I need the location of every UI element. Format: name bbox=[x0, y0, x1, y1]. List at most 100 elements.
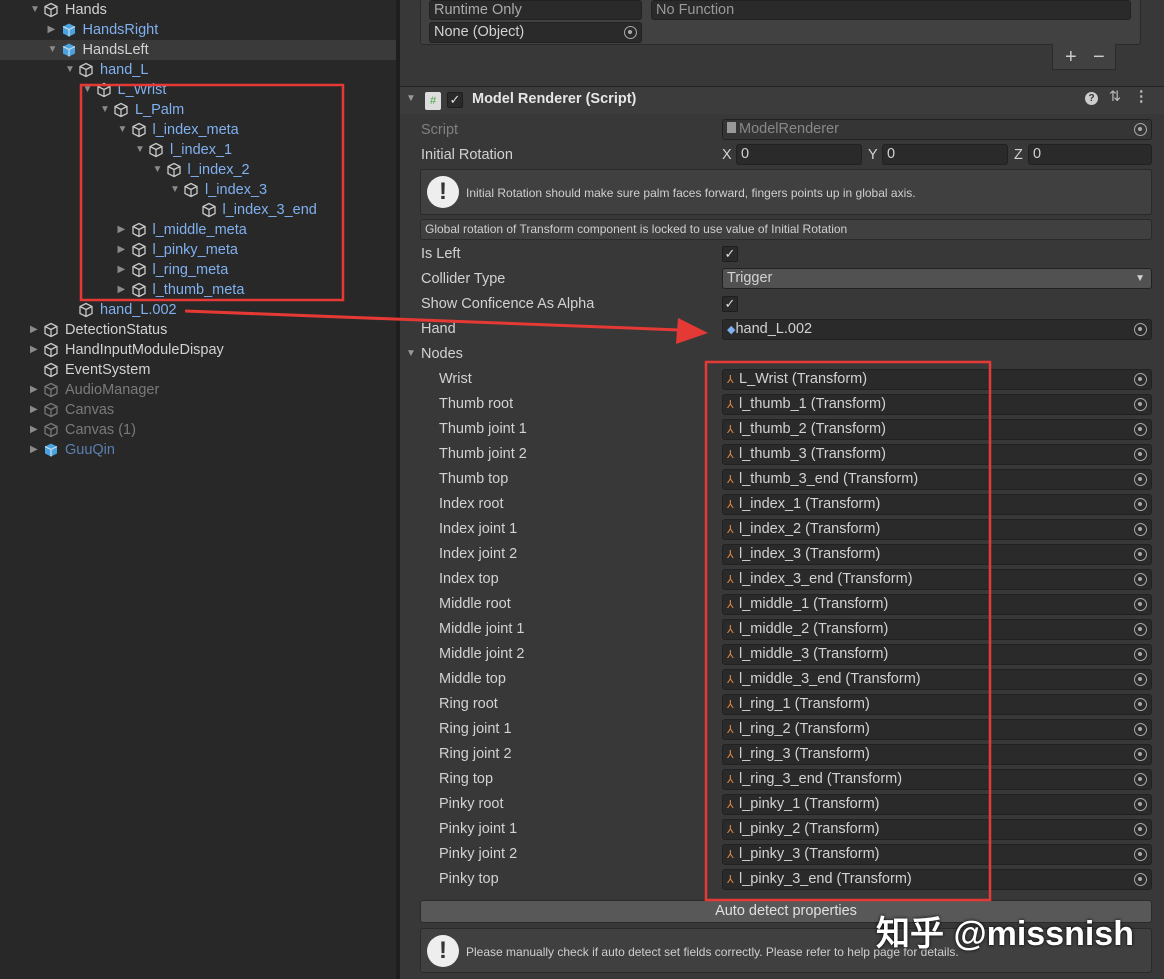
object-picker-icon[interactable] bbox=[1134, 373, 1147, 386]
expand-arrow-right-icon[interactable]: ▶ bbox=[118, 220, 130, 240]
node-transform-field[interactable]: ⅄ l_thumb_2 (Transform) bbox=[722, 419, 1152, 440]
object-picker-icon[interactable] bbox=[1134, 648, 1147, 661]
node-transform-field[interactable]: ⅄ l_middle_3 (Transform) bbox=[722, 644, 1152, 665]
hierarchy-item[interactable]: ▼ L_Palm bbox=[0, 100, 396, 120]
expand-arrow-right-icon[interactable]: ▶ bbox=[30, 380, 42, 400]
object-picker-icon[interactable] bbox=[1134, 423, 1147, 436]
expand-arrow-down-icon[interactable]: ▼ bbox=[100, 100, 112, 120]
object-picker-icon[interactable] bbox=[1134, 823, 1147, 836]
object-picker-icon[interactable] bbox=[1134, 798, 1147, 811]
hierarchy-item[interactable]: ▼ l_index_3 bbox=[0, 180, 396, 200]
expand-arrow-right-icon[interactable]: ▶ bbox=[48, 20, 60, 40]
object-picker-icon[interactable] bbox=[1134, 773, 1147, 786]
expand-arrow-right-icon[interactable]: ▶ bbox=[30, 340, 42, 360]
hierarchy-item[interactable]: ▼ Hands bbox=[0, 0, 396, 20]
hierarchy-item[interactable]: ▼ HandsLeft bbox=[0, 40, 396, 60]
expand-arrow-right-icon[interactable]: ▶ bbox=[118, 280, 130, 300]
object-picker-icon[interactable] bbox=[1134, 748, 1147, 761]
expand-arrow-down-icon[interactable]: ▼ bbox=[153, 160, 165, 180]
expand-arrow-right-icon[interactable]: ▶ bbox=[118, 260, 130, 280]
expand-arrow-right-icon[interactable]: ▶ bbox=[30, 420, 42, 440]
object-picker-icon[interactable] bbox=[1134, 623, 1147, 636]
expand-arrow-right-icon[interactable]: ▶ bbox=[30, 320, 42, 340]
expand-arrow-down-icon[interactable]: ▼ bbox=[135, 140, 147, 160]
node-transform-field[interactable]: ⅄ l_thumb_3 (Transform) bbox=[722, 444, 1152, 465]
object-picker-icon[interactable] bbox=[1134, 398, 1147, 411]
hierarchy-item[interactable]: hand_L.002 bbox=[0, 300, 396, 320]
expand-arrow-right-icon[interactable]: ▶ bbox=[30, 400, 42, 420]
component-enabled-checkbox[interactable]: ✓ bbox=[447, 92, 463, 108]
nodes-expand-icon[interactable]: ▼ bbox=[406, 348, 416, 359]
isleft-checkbox[interactable]: ✓ bbox=[722, 246, 738, 262]
node-transform-field[interactable]: ⅄ l_pinky_2 (Transform) bbox=[722, 819, 1152, 840]
node-transform-field[interactable]: ⅄ l_index_1 (Transform) bbox=[722, 494, 1152, 515]
object-picker-icon[interactable] bbox=[1134, 523, 1147, 536]
expand-arrow-down-icon[interactable]: ▼ bbox=[170, 180, 182, 200]
add-event-button[interactable]: + bbox=[1065, 44, 1077, 70]
node-transform-field[interactable]: ⅄ l_middle_2 (Transform) bbox=[722, 619, 1152, 640]
hierarchy-item[interactable]: ▶ GuuQin bbox=[0, 440, 396, 460]
expand-arrow-right-icon[interactable]: ▶ bbox=[30, 440, 42, 460]
hierarchy-item[interactable]: ▼ L_Wrist bbox=[0, 80, 396, 100]
object-picker-icon[interactable] bbox=[1134, 498, 1147, 511]
expand-arrow-down-icon[interactable]: ▼ bbox=[83, 80, 95, 100]
node-transform-field[interactable]: ⅄ l_thumb_1 (Transform) bbox=[722, 394, 1152, 415]
hierarchy-item[interactable]: l_index_3_end bbox=[0, 200, 396, 220]
help-icon[interactable]: ? bbox=[1085, 92, 1098, 105]
more-menu-icon[interactable]: ⋮ bbox=[1134, 89, 1149, 105]
hierarchy-item[interactable]: ▶ l_thumb_meta bbox=[0, 280, 396, 300]
node-transform-field[interactable]: ⅄ l_index_2 (Transform) bbox=[722, 519, 1152, 540]
hierarchy-item[interactable]: ▼ l_index_1 bbox=[0, 140, 396, 160]
hierarchy-item[interactable]: ▶ DetectionStatus bbox=[0, 320, 396, 340]
hand-field[interactable]: ◆hand_L.002 bbox=[722, 319, 1152, 340]
rotation-y-input[interactable]: 0 bbox=[882, 144, 1008, 165]
hierarchy-item[interactable]: ▼ l_index_meta bbox=[0, 120, 396, 140]
node-transform-field[interactable]: ⅄ l_pinky_3_end (Transform) bbox=[722, 869, 1152, 890]
hand-picker-icon[interactable] bbox=[1134, 323, 1147, 336]
node-transform-field[interactable]: ⅄ l_middle_1 (Transform) bbox=[722, 594, 1152, 615]
hierarchy-item[interactable]: ▶ Canvas (1) bbox=[0, 420, 396, 440]
object-picker-icon[interactable] bbox=[1134, 698, 1147, 711]
expand-arrow-down-icon[interactable]: ▼ bbox=[30, 0, 42, 20]
object-picker-icon[interactable] bbox=[1134, 598, 1147, 611]
expand-arrow-down-icon[interactable]: ▼ bbox=[65, 60, 77, 80]
object-picker-icon[interactable] bbox=[1134, 723, 1147, 736]
node-transform-field[interactable]: ⅄ l_ring_3_end (Transform) bbox=[722, 769, 1152, 790]
object-picker-icon[interactable] bbox=[1134, 848, 1147, 861]
hierarchy-item[interactable]: ▼ l_index_2 bbox=[0, 160, 396, 180]
hierarchy-item[interactable]: EventSystem bbox=[0, 360, 396, 380]
expand-arrow-down-icon[interactable]: ▼ bbox=[48, 40, 60, 60]
object-picker-icon[interactable] bbox=[1134, 448, 1147, 461]
hierarchy-item[interactable]: ▶ l_ring_meta bbox=[0, 260, 396, 280]
nodes-label[interactable]: Nodes bbox=[421, 342, 463, 367]
remove-event-button[interactable]: − bbox=[1093, 44, 1105, 70]
hierarchy-item[interactable]: ▶ HandsRight bbox=[0, 20, 396, 40]
node-transform-field[interactable]: ⅄ l_ring_1 (Transform) bbox=[722, 694, 1152, 715]
node-transform-field[interactable]: ⅄ l_pinky_3 (Transform) bbox=[722, 844, 1152, 865]
node-transform-field[interactable]: ⅄ l_index_3_end (Transform) bbox=[722, 569, 1152, 590]
node-transform-field[interactable]: ⅄ l_ring_3 (Transform) bbox=[722, 744, 1152, 765]
expand-arrow-down-icon[interactable]: ▼ bbox=[118, 120, 130, 140]
node-transform-field[interactable]: ⅄ l_thumb_3_end (Transform) bbox=[722, 469, 1152, 490]
object-picker-icon[interactable] bbox=[1134, 473, 1147, 486]
hierarchy-item[interactable]: ▶ l_middle_meta bbox=[0, 220, 396, 240]
function-dropdown[interactable]: No Function bbox=[651, 0, 1131, 20]
node-transform-field[interactable]: ⅄ l_ring_2 (Transform) bbox=[722, 719, 1152, 740]
object-picker-icon[interactable] bbox=[1134, 873, 1147, 886]
component-header[interactable]: ▼ # ✓ Model Renderer (Script) ? ⇅ ⋮ bbox=[400, 86, 1164, 114]
hierarchy-item[interactable]: ▶ AudioManager bbox=[0, 380, 396, 400]
expand-arrow-right-icon[interactable]: ▶ bbox=[118, 240, 130, 260]
collapse-arrow-icon[interactable]: ▼ bbox=[406, 93, 416, 104]
node-transform-field[interactable]: ⅄ l_middle_3_end (Transform) bbox=[722, 669, 1152, 690]
hierarchy-item[interactable]: ▼ hand_L bbox=[0, 60, 396, 80]
object-picker-icon[interactable] bbox=[624, 26, 637, 39]
node-transform-field[interactable]: ⅄ L_Wrist (Transform) bbox=[722, 369, 1152, 390]
hierarchy-item[interactable]: ▶ HandInputModuleDispay bbox=[0, 340, 396, 360]
preset-icon[interactable]: ⇅ bbox=[1109, 89, 1121, 105]
node-transform-field[interactable]: ⅄ l_index_3 (Transform) bbox=[722, 544, 1152, 565]
rotation-x-input[interactable]: 0 bbox=[736, 144, 862, 165]
object-picker-icon[interactable] bbox=[1134, 548, 1147, 561]
hierarchy-item[interactable]: ▶ l_pinky_meta bbox=[0, 240, 396, 260]
hierarchy-item[interactable]: ▶ Canvas bbox=[0, 400, 396, 420]
runtime-dropdown[interactable]: Runtime Only bbox=[429, 0, 642, 20]
